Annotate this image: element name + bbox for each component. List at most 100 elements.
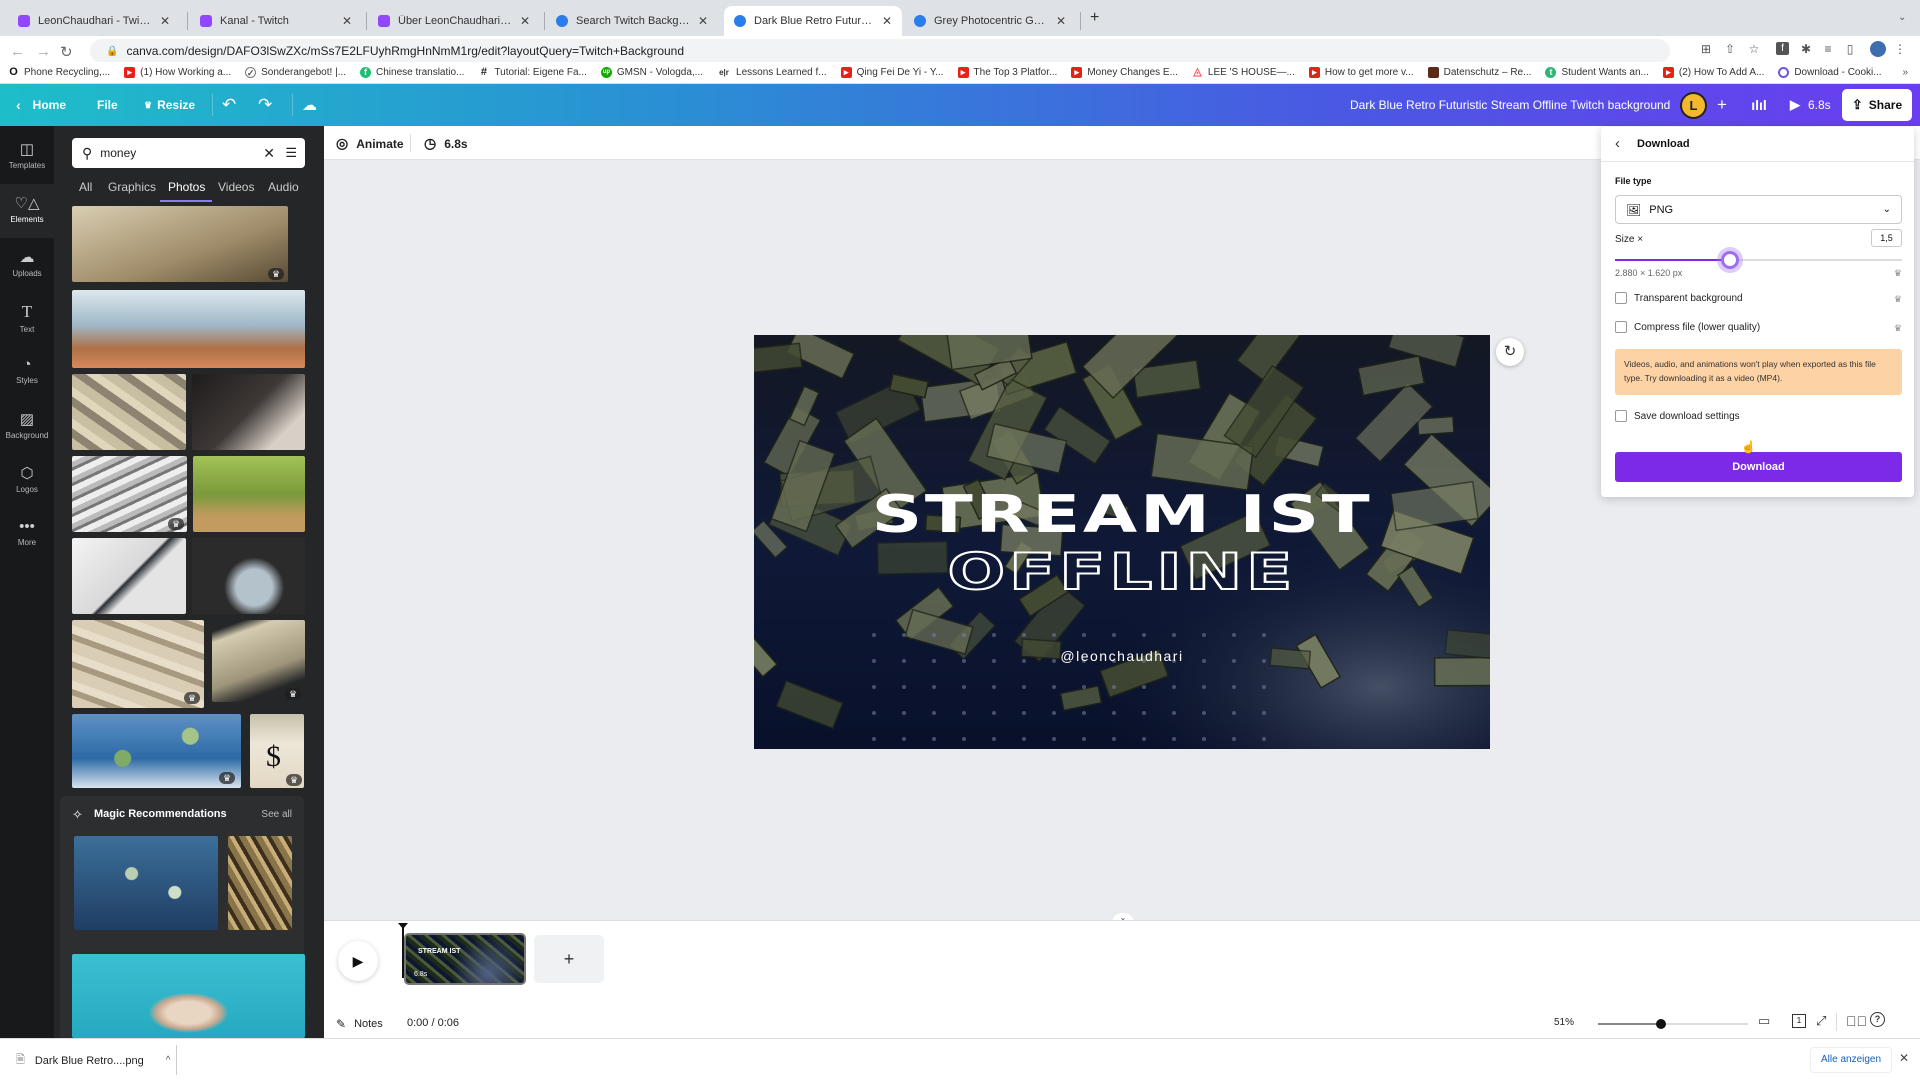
file-type-select[interactable]: 🖼 PNG ⌄	[1615, 195, 1902, 224]
bookmark-item[interactable]: t Student Wants an...	[1545, 67, 1649, 78]
close-tab-icon[interactable]: ✕	[698, 14, 708, 28]
add-page-button[interactable]: +	[534, 935, 604, 983]
share-page-icon[interactable]: ⇧	[1722, 41, 1738, 57]
bookmark-item[interactable]: ▸ Qing Fei De Yi - Y...	[840, 67, 944, 78]
bookmark-item[interactable]: e|r Lessons Learned f...	[717, 67, 827, 78]
photo-result-woman-fan-cash[interactable]	[192, 538, 305, 614]
rail-item-elements[interactable]: ♡△ Elements	[0, 184, 54, 238]
close-tab-icon[interactable]: ✕	[160, 14, 170, 28]
compress-file-option[interactable]: Compress file (lower quality)	[1615, 321, 1760, 333]
downloaded-file-item[interactable]: 🗎 Dark Blue Retro....png ^	[16, 1051, 170, 1070]
photo-result-counting-cash[interactable]	[192, 374, 305, 450]
bookmark-item[interactable]: O Phone Recycling,...	[8, 67, 110, 79]
insights-icon[interactable]: ılıl	[1744, 84, 1774, 126]
side-panel-icon[interactable]: ▯	[1842, 41, 1858, 57]
resize-button[interactable]: ♛ Resize	[144, 84, 195, 126]
rail-item-text[interactable]: T Text	[0, 292, 54, 346]
tab-audio[interactable]: Audio	[268, 180, 299, 194]
browser-menu-icon[interactable]: ⋮	[1892, 41, 1908, 57]
bookmark-item[interactable]: # Tutorial: Eigene Fa...	[478, 67, 587, 79]
notes-button[interactable]: ✎ Notes	[336, 1017, 383, 1031]
bookmark-item[interactable]: ▸ (1) How Working a...	[124, 67, 231, 78]
search-input[interactable]: ⚲ money ✕ ☰	[72, 138, 305, 168]
zoom-slider-thumb[interactable]	[1656, 1019, 1666, 1029]
save-settings-checkbox[interactable]	[1615, 410, 1627, 422]
bookmark-item[interactable]: Download - Cooki...	[1778, 67, 1882, 78]
timeline-play-button[interactable]: ▶	[338, 941, 378, 981]
bookmark-item[interactable]: f Chinese translatio...	[360, 67, 464, 78]
rail-item-logos[interactable]: ⬡ Logos	[0, 454, 54, 508]
avatar[interactable]: L	[1680, 92, 1707, 119]
browser-tab[interactable]: Über LeonChaudhari - Twitch ✕	[368, 6, 540, 36]
photo-result-hands-cash[interactable]	[72, 954, 305, 1038]
redo-icon[interactable]: ↷	[258, 84, 272, 126]
bookmark-item[interactable]: ▸ The Top 3 Platfor...	[957, 67, 1057, 78]
bookmark-item[interactable]: ◬ LEE 'S HOUSE—...	[1192, 67, 1295, 79]
transparent-background-option[interactable]: Transparent background	[1615, 292, 1743, 304]
transparent-background-checkbox[interactable]	[1615, 292, 1627, 304]
regenerate-icon[interactable]: ↻	[1496, 338, 1524, 366]
page-thumbnail[interactable]: STREAM IST 6.8s	[404, 933, 526, 985]
size-slider-thumb[interactable]	[1720, 251, 1739, 269]
extensions-puzzle-icon[interactable]: ✱	[1798, 41, 1814, 57]
browser-tab[interactable]: Search Twitch Background - C ✕	[546, 6, 718, 36]
headline-stream-ist[interactable]: STREAM IST	[754, 485, 1490, 545]
tab-photos[interactable]: Photos	[168, 180, 205, 194]
back-icon[interactable]: ←	[10, 43, 25, 60]
bookmark-item[interactable]: ▸ (2) How To Add A...	[1662, 67, 1764, 78]
design-canvas[interactable]: STREAM IST OFFLINE @leonchaudhari	[754, 335, 1490, 749]
close-tab-icon[interactable]: ✕	[520, 14, 530, 28]
design-title[interactable]: Dark Blue Retro Futuristic Stream Offlin…	[1350, 84, 1670, 126]
profile-avatar-icon[interactable]	[1870, 41, 1886, 57]
bookmark-item[interactable]: Datenschutz – Re...	[1427, 67, 1531, 78]
share-button[interactable]: ⇪ Share	[1842, 89, 1912, 121]
rail-item-styles[interactable]: ◔ Styles	[0, 346, 54, 400]
recommendation-gold-bills[interactable]	[228, 836, 292, 930]
close-tab-icon[interactable]: ✕	[1056, 14, 1066, 28]
bookmarks-overflow-icon[interactable]: »	[1902, 67, 1908, 78]
browser-tab[interactable]: LeonChaudhari - Twitch ✕	[8, 6, 180, 36]
zoom-percent[interactable]: 51%	[1554, 1017, 1574, 1028]
rail-item-background[interactable]: ▨ Background	[0, 400, 54, 454]
fullscreen-icon[interactable]: ⤢	[1816, 1013, 1826, 1029]
close-tab-icon[interactable]: ✕	[882, 14, 892, 28]
new-tab-button[interactable]: +	[1090, 9, 1099, 27]
file-menu-button[interactable]: File	[97, 84, 118, 126]
page-count-icon[interactable]: 1	[1792, 1014, 1806, 1028]
show-all-downloads-button[interactable]: Alle anzeigen	[1810, 1047, 1893, 1073]
browser-tab[interactable]: Grey Photocentric Game Night ✕	[904, 6, 1076, 36]
photo-result-crumpled-bills[interactable]: ♛	[72, 620, 204, 708]
check-circle-icon[interactable]: ✓⃝	[1846, 1013, 1867, 1029]
reading-list-icon[interactable]: ≡	[1820, 41, 1836, 57]
zoom-slider-track[interactable]	[1598, 1019, 1748, 1029]
photo-result-dollar-bills[interactable]	[72, 374, 186, 450]
present-play-button[interactable]: ▶ 6.8s	[1780, 84, 1841, 126]
tab-all[interactable]: All	[79, 180, 92, 194]
download-button[interactable]: Download	[1615, 452, 1902, 482]
grid-view-icon[interactable]: ▭	[1758, 1013, 1770, 1029]
bookmark-item[interactable]: ▸ How to get more v...	[1308, 67, 1414, 78]
forward-icon[interactable]: →	[36, 43, 51, 60]
tab-graphics[interactable]: Graphics	[108, 180, 156, 194]
facebook-extension-icon[interactable]: f	[1776, 42, 1789, 55]
photo-result-cash-stack[interactable]: ♛	[212, 620, 305, 702]
photo-result-coins-desk[interactable]	[72, 290, 305, 368]
filter-sliders-icon[interactable]: ☰	[285, 145, 297, 161]
see-all-link[interactable]: See all	[261, 809, 292, 820]
duration-button[interactable]: ◷ 6.8s	[424, 135, 468, 152]
translate-icon[interactable]: ⊞	[1698, 41, 1714, 57]
help-icon[interactable]: ?	[1870, 1012, 1885, 1027]
compress-file-checkbox[interactable]	[1615, 321, 1627, 333]
animate-button[interactable]: ◎ Animate	[336, 135, 404, 152]
close-shelf-icon[interactable]: ✕	[1899, 1051, 1909, 1065]
file-options-chevron-icon[interactable]: ^	[166, 1055, 171, 1066]
cloud-saved-icon[interactable]: ☁	[302, 84, 317, 126]
photo-result-bill-pattern[interactable]: ♛	[72, 456, 187, 532]
browser-tab-active[interactable]: Dark Blue Retro Futuristic Stre ✕	[724, 6, 902, 36]
photo-result-money-rain-sky[interactable]: ♛	[72, 714, 241, 788]
photo-result-money-stack[interactable]: ♛	[72, 206, 288, 282]
bookmark-item[interactable]: ✓ Sonderangebot! |...	[245, 67, 346, 78]
tab-videos[interactable]: Videos	[218, 180, 254, 194]
size-multiplier-input[interactable]: 1,5	[1871, 229, 1902, 247]
back-chevron-icon[interactable]: ‹	[1615, 135, 1620, 152]
